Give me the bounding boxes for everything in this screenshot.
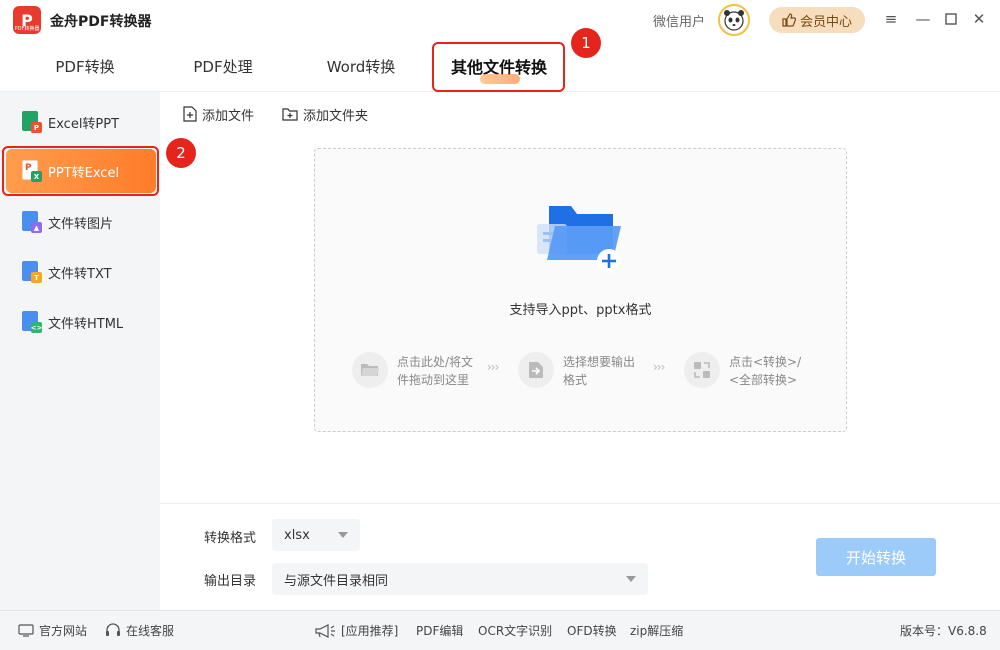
- sidebar-item-file-to-html[interactable]: <> 文件转HTML: [6, 300, 156, 344]
- format-label: 转换格式: [204, 531, 257, 546]
- step-arrow-2: ›››: [653, 360, 665, 374]
- app-logo: P PDF转换器: [13, 6, 41, 34]
- highlight-box-tab: [432, 42, 565, 92]
- step-1-text: 点击此处/将文 件拖动到这里: [397, 353, 473, 389]
- output-dir-value: 与源文件目录相同: [284, 573, 389, 589]
- version-label: 版本号：V6.8.8: [900, 624, 987, 638]
- add-file-button[interactable]: 添加文件: [183, 104, 254, 124]
- megaphone-icon: [315, 623, 335, 638]
- step-1-line1: 点击此处/将文: [397, 355, 474, 369]
- footer-link-ofd[interactable]: OFD转换: [567, 622, 617, 639]
- highlight-box-sidebar: [2, 146, 159, 196]
- footer-link-pdf-edit[interactable]: PDF编辑: [416, 622, 463, 639]
- app-title: 金舟PDF转换器: [50, 14, 152, 30]
- sidebar-item-file-to-txt[interactable]: T 文件转TXT: [6, 250, 156, 294]
- add-file-label: 添加文件: [202, 108, 255, 124]
- format-value: xlsx: [284, 527, 310, 543]
- folder-add-icon: [537, 206, 621, 273]
- footer-link-zip[interactable]: zip解压缩: [630, 622, 683, 639]
- user-name[interactable]: 微信用户: [653, 11, 705, 30]
- sidebar-item-label: 文件转HTML: [48, 316, 124, 332]
- step-2-line1: 选择想要输出: [563, 355, 636, 369]
- output-dir-select[interactable]: 与源文件目录相同: [272, 563, 648, 595]
- vip-center-button[interactable]: 会员中心: [769, 7, 865, 33]
- official-website-link[interactable]: 官方网站: [18, 622, 87, 639]
- file-export-icon: [518, 352, 554, 388]
- sidebar-item-excel-to-ppt[interactable]: P Excel转PPT: [6, 100, 156, 144]
- step-2-line2: 格式: [563, 373, 588, 387]
- logo-subtext: PDF转换器: [14, 26, 40, 32]
- add-folder-label: 添加文件夹: [303, 108, 369, 124]
- headset-icon: [106, 623, 120, 636]
- chevron-down-icon: [338, 532, 348, 538]
- step-badge-2: 2: [166, 138, 196, 168]
- thumbs-up-icon: [782, 13, 796, 27]
- panda-avatar-icon: [724, 10, 744, 31]
- open-folder-icon: [352, 352, 388, 388]
- chevron-down-icon: [626, 576, 636, 582]
- start-convert-button[interactable]: 开始转换: [816, 538, 936, 576]
- add-folder-button[interactable]: 添加文件夹: [282, 104, 368, 124]
- online-support-label: 在线客服: [126, 624, 175, 638]
- tab-pdf-process[interactable]: PDF处理: [178, 50, 268, 82]
- close-icon[interactable]: ✕: [970, 10, 988, 28]
- sidebar-item-file-to-image[interactable]: ▲ 文件转图片: [6, 200, 156, 244]
- vip-center-label: 会员中心: [799, 14, 852, 30]
- file-drop-zone[interactable]: [314, 148, 847, 432]
- step-3-line2: <全部转换>: [729, 373, 798, 387]
- step-3-line1: 点击<转换>/: [729, 355, 802, 369]
- title-bar: P PDF转换器 金舟PDF转换器 微信用户 会员中心 ≡ — ✕: [0, 0, 1000, 40]
- sidebar-item-label: Excel转PPT: [48, 116, 120, 132]
- tab-word-convert[interactable]: Word转换: [316, 50, 406, 82]
- step-2-text: 选择想要输出 格式: [563, 353, 635, 389]
- drop-zone-hint: 支持导入ppt、pptx格式: [509, 303, 652, 318]
- maximize-icon[interactable]: [942, 10, 960, 28]
- add-folder-icon: [282, 108, 298, 121]
- step-arrow-1: ›››: [487, 360, 499, 374]
- app-recommend-label: [应用推荐]: [341, 624, 399, 638]
- convert-icon: [684, 352, 720, 388]
- avatar[interactable]: [718, 4, 750, 36]
- menu-icon[interactable]: ≡: [882, 10, 900, 28]
- online-support-link[interactable]: 在线客服: [105, 622, 174, 639]
- add-file-icon: [183, 106, 197, 122]
- excel-to-ppt-icon: P: [22, 111, 42, 133]
- minimize-icon[interactable]: —: [914, 10, 932, 28]
- monitor-icon: [18, 624, 34, 637]
- sidebar-item-label: 文件转TXT: [48, 266, 112, 282]
- output-dir-label: 输出目录: [204, 574, 257, 589]
- tab-pdf-convert[interactable]: PDF转换: [40, 50, 130, 82]
- file-to-html-icon: <>: [22, 311, 42, 333]
- format-select[interactable]: xlsx: [272, 519, 360, 551]
- step-3-text: 点击<转换>/ <全部转换>: [729, 353, 801, 389]
- official-website-label: 官方网站: [39, 624, 88, 638]
- app-recommend[interactable]: [应用推荐]: [314, 622, 398, 639]
- file-to-txt-icon: T: [22, 261, 42, 283]
- sidebar-item-label: 文件转图片: [48, 216, 114, 232]
- file-to-image-icon: ▲: [22, 211, 42, 233]
- step-badge-1: 1: [571, 28, 601, 58]
- footer-link-ocr[interactable]: OCR文字识别: [478, 622, 552, 639]
- step-1-line2: 件拖动到这里: [397, 373, 470, 387]
